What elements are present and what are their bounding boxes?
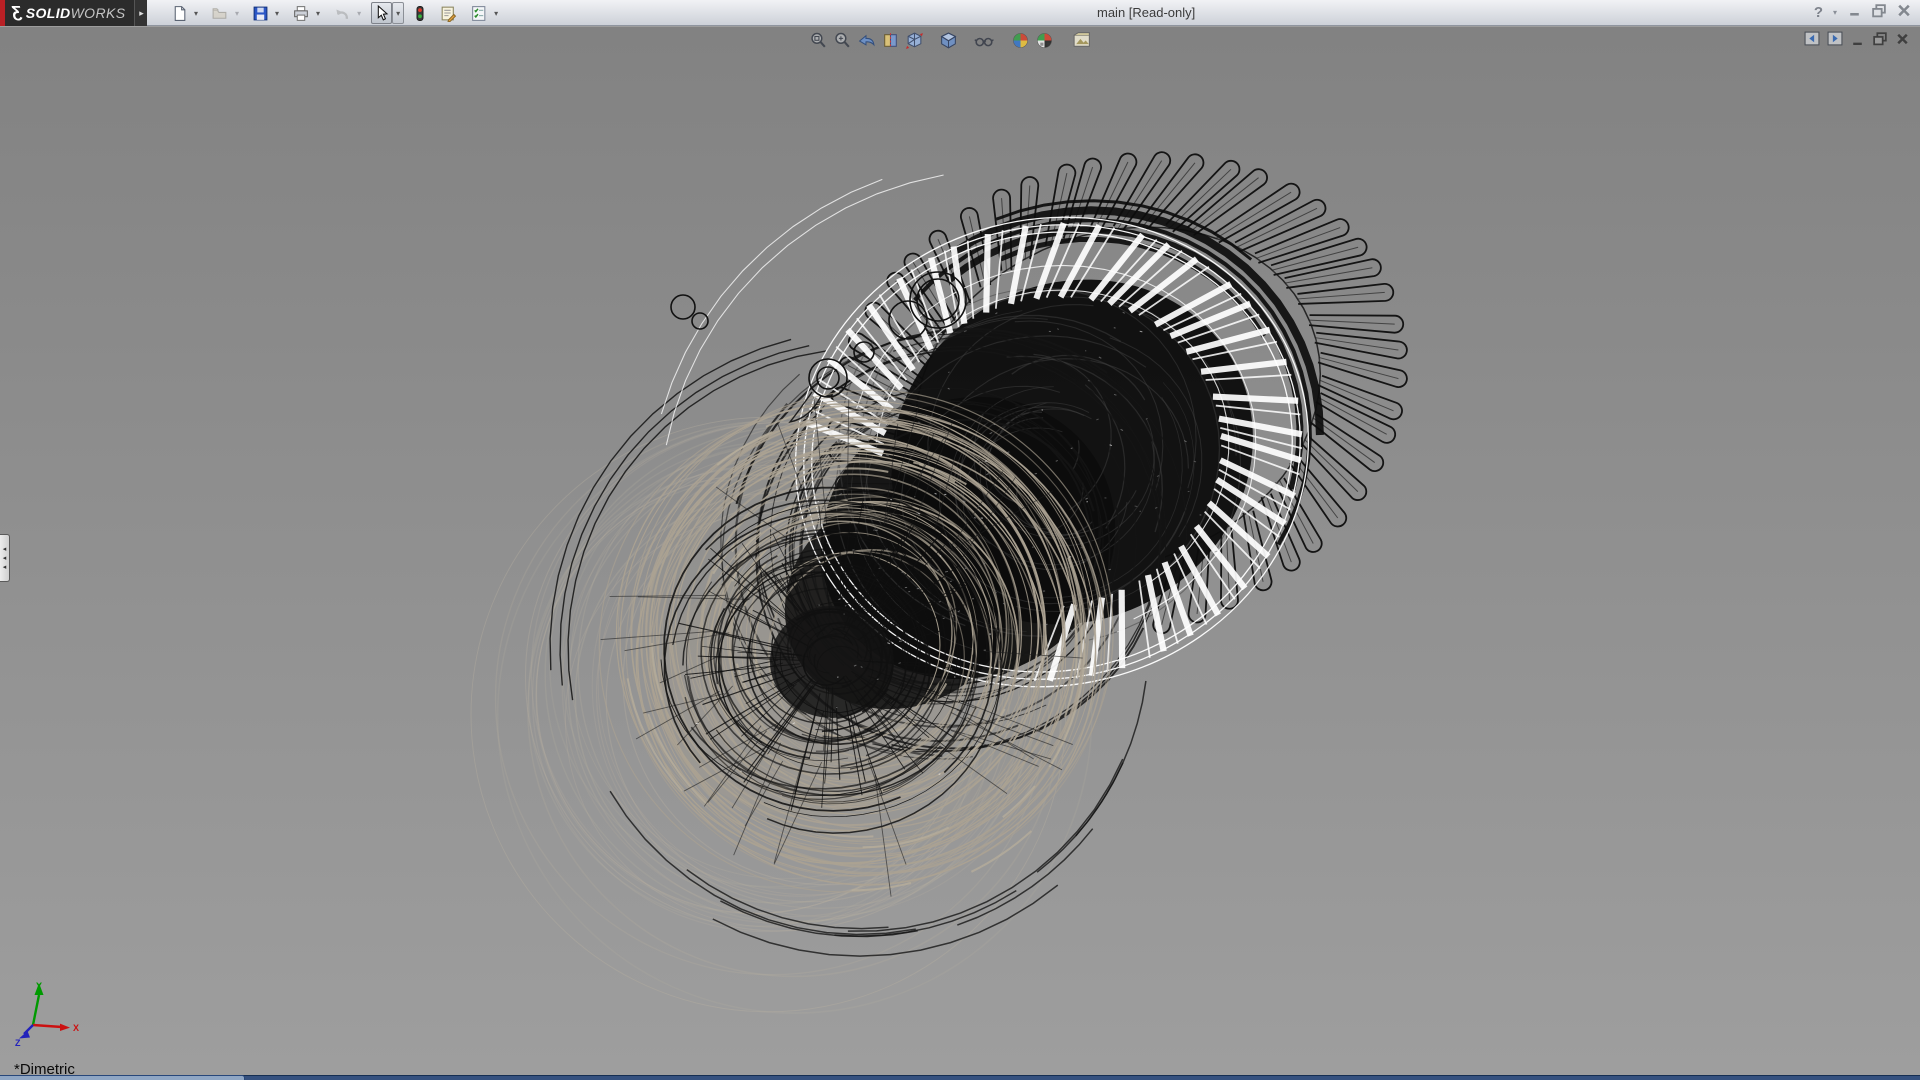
options-button[interactable]: [467, 2, 491, 24]
open-button[interactable]: [208, 2, 232, 24]
zoom-to-fit-button[interactable]: [806, 29, 830, 51]
document-window-controls: [1804, 31, 1910, 46]
doc-close-button[interactable]: [1895, 32, 1910, 46]
rebuild-stoplight-button[interactable]: [411, 2, 429, 24]
doc-minimize-button[interactable]: [1850, 32, 1865, 46]
solidworks-logo: Ʒ SOLIDWORKS ▸: [0, 0, 147, 26]
menu-bar: Ʒ SOLIDWORKS ▸ ▾▾▾▾▾▾▾ main [Read-only] …: [0, 0, 1920, 26]
document-title: main [Read-only]: [1097, 0, 1195, 25]
app-minimize-button[interactable]: [1847, 3, 1862, 22]
file-properties-button[interactable]: [436, 2, 460, 24]
featuremanager-flyout-tab[interactable]: ◂ ◂ ◂: [0, 534, 10, 582]
apply-scene-button[interactable]: [1032, 29, 1056, 51]
save-button[interactable]: [249, 2, 272, 24]
section-view-button[interactable]: [878, 29, 902, 51]
flyout-left-arrow-icon: ◂: [3, 564, 7, 571]
taskbar-edge-left-segment: [0, 1075, 245, 1080]
brand-solid: SOLID: [26, 5, 71, 21]
app-close-button[interactable]: [1896, 3, 1912, 23]
svg-text:Z: Z: [15, 1038, 21, 1048]
select-button[interactable]: [371, 2, 392, 24]
view-orientation-button[interactable]: [902, 29, 926, 51]
engine-model-wireframe[interactable]: [0, 27, 1920, 1075]
hide-show-items-button[interactable]: [972, 29, 996, 51]
svg-text:Y: Y: [36, 981, 42, 991]
view-settings-button[interactable]: [1070, 29, 1094, 51]
view-orientation-label: *Dimetric: [14, 1061, 75, 1075]
logo-block: Ʒ SOLIDWORKS: [5, 0, 134, 26]
open-dropdown-arrow[interactable]: ▾: [232, 2, 242, 24]
taskbar-edge: [0, 1075, 1920, 1080]
graphics-viewport[interactable]: ◂ ◂ ◂ Y X Z *Dimetric: [0, 27, 1920, 1075]
pane-previous-button[interactable]: [1804, 31, 1820, 46]
new-document-dropdown-arrow[interactable]: ▾: [191, 2, 201, 24]
print-button[interactable]: [289, 2, 313, 24]
headsup-view-toolbar: [806, 29, 1094, 51]
pane-next-button[interactable]: [1827, 31, 1843, 46]
main-toolbar: ▾ ▾ ▾ ▾ ▾ ▾ ▾: [168, 1, 508, 25]
flyout-left-arrow-icon: ◂: [3, 555, 7, 562]
brand-works: WORKS: [71, 5, 126, 21]
help-dropdown-arrow[interactable]: ▾: [1832, 2, 1838, 24]
doc-restore-button[interactable]: [1872, 31, 1888, 46]
app-window-controls: ? ▾: [1814, 0, 1912, 25]
print-dropdown-arrow[interactable]: ▾: [313, 2, 323, 24]
help-button[interactable]: ?: [1814, 4, 1823, 21]
undo-dropdown-arrow[interactable]: ▾: [354, 2, 364, 24]
new-document-button[interactable]: [168, 2, 191, 24]
display-style-button[interactable]: [936, 29, 960, 51]
solidworks-glyph-icon: Ʒ: [12, 4, 22, 22]
menu-flyout-arrow[interactable]: ▸: [134, 0, 147, 26]
previous-view-button[interactable]: [854, 29, 878, 51]
undo-button[interactable]: [330, 2, 354, 24]
options-dropdown-arrow[interactable]: ▾: [491, 2, 501, 24]
save-dropdown-arrow[interactable]: ▾: [272, 2, 282, 24]
zoom-to-area-button[interactable]: [830, 29, 854, 51]
edit-appearance-button[interactable]: [1008, 29, 1032, 51]
orientation-triad: Y X Z: [12, 979, 92, 1049]
app-restore-button[interactable]: [1871, 3, 1887, 23]
flyout-left-arrow-icon: ◂: [3, 546, 7, 553]
svg-text:X: X: [73, 1023, 79, 1033]
select-dropdown-arrow[interactable]: ▾: [392, 2, 404, 24]
